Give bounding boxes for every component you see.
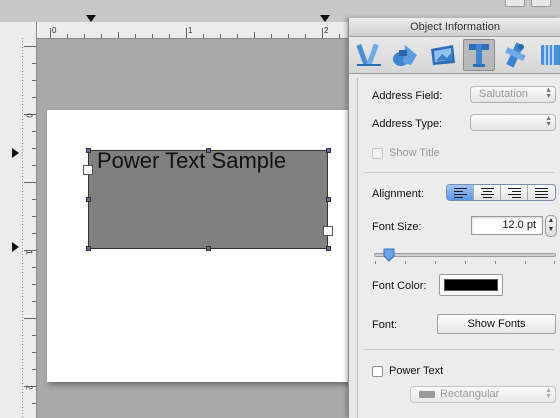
ruler-number: 0 [24, 113, 34, 118]
show-title-checkbox[interactable] [372, 148, 383, 159]
font-size-slider-thumb[interactable] [383, 248, 395, 262]
toolbar-button-fragment[interactable] [531, 0, 551, 7]
font-size-slider-track[interactable] [374, 253, 556, 257]
ruler-number: 2 [24, 385, 34, 390]
address-type-popup[interactable]: ▲ ▼ [470, 114, 556, 131]
font-size-stepper[interactable]: ▲ ▼ [545, 215, 557, 237]
vertical-ruler[interactable]: 0 1 2 [0, 38, 37, 418]
arrange-tab[interactable] [353, 39, 385, 71]
arrange-icon [356, 43, 381, 67]
ruler-number: 2 [324, 26, 329, 35]
database-icon [505, 42, 526, 68]
ruler-corner [0, 22, 37, 39]
align-left-icon [454, 188, 467, 198]
slider-tick [435, 261, 436, 264]
stepper-down-icon[interactable]: ▼ [548, 226, 555, 233]
address-type-label: Address Type: [372, 118, 443, 130]
align-justify-icon [535, 188, 548, 198]
power-text-label: Power Text [389, 365, 444, 377]
font-label: Font: [372, 319, 398, 331]
toolbar-button-fragment[interactable] [505, 0, 525, 7]
address-field-label: Address Field: [372, 90, 443, 102]
slider-tick [495, 261, 496, 264]
graphic-tab[interactable] [389, 39, 421, 71]
separator [364, 349, 554, 350]
inspector-title[interactable]: Object Information [349, 18, 560, 37]
ruler-number: 1 [188, 26, 193, 35]
align-left-button[interactable] [447, 185, 474, 200]
resize-handle-top-left[interactable] [86, 148, 91, 153]
text-icon [469, 44, 489, 67]
layout-icon [541, 45, 560, 65]
align-center-icon [481, 188, 494, 198]
font-color-swatch [444, 279, 498, 291]
alignment-label: Alignment: [372, 188, 424, 200]
text-link-out-port[interactable] [323, 226, 333, 236]
align-center-button[interactable] [474, 185, 501, 200]
separator [364, 172, 554, 173]
graphic-icon [393, 45, 417, 66]
align-justify-button[interactable] [528, 185, 555, 200]
font-color-well[interactable] [439, 274, 503, 296]
align-right-button[interactable] [501, 185, 528, 200]
inspector-toolbar [349, 37, 560, 74]
bottom-margin-marker[interactable] [12, 242, 20, 252]
font-color-label: Font Color: [372, 280, 427, 292]
inspector-body: Address Field: Salutation ▲ ▼ Address Typ… [357, 78, 560, 418]
align-right-icon [508, 188, 521, 198]
resize-handle-bottom-left[interactable] [86, 246, 91, 251]
left-margin-marker[interactable] [86, 15, 96, 23]
slider-tick [554, 261, 555, 264]
shape-swatch-icon [419, 391, 435, 398]
popup-arrows-icon: ▲ ▼ [545, 387, 552, 400]
font-size-input[interactable]: 12.0 pt [471, 216, 543, 235]
slider-tick [375, 261, 376, 264]
right-margin-marker[interactable] [320, 15, 330, 23]
object-information-panel: Object Information Address Field: Saluta… [348, 18, 560, 418]
resize-handle-bottom-right[interactable] [326, 246, 331, 251]
power-text-checkbox[interactable] [372, 366, 383, 377]
text-link-in-port[interactable] [83, 165, 93, 175]
popup-arrows-icon: ▲ ▼ [545, 115, 552, 128]
slider-tick [525, 261, 526, 264]
vertical-ruler-ticks [22, 38, 36, 418]
show-title-label: Show Title [389, 147, 440, 159]
text-tab[interactable] [463, 39, 495, 71]
power-text-shape-popup[interactable]: Rectangular ▲ ▼ [410, 386, 556, 403]
power-text-shape-value: Rectangular [440, 388, 500, 400]
address-field-popup[interactable]: Salutation ▲ ▼ [470, 86, 556, 103]
layout-tab[interactable] [535, 39, 560, 71]
resize-handle-right[interactable] [326, 197, 331, 202]
alignment-segmented-control [446, 184, 556, 201]
slider-tick [405, 261, 406, 264]
top-margin-marker[interactable] [12, 148, 20, 158]
popup-arrows-icon: ▲ ▼ [545, 87, 552, 100]
show-fonts-button[interactable]: Show Fonts [437, 314, 556, 334]
font-size-label: Font Size: [372, 221, 422, 233]
image-tab[interactable] [427, 39, 459, 71]
address-field-value: Salutation [479, 88, 528, 100]
resize-handle-bottom[interactable] [206, 246, 211, 251]
ruler-number: 0 [52, 26, 57, 35]
resize-handle-top[interactable] [206, 148, 211, 153]
ruler-number: 1 [24, 250, 34, 255]
database-tab[interactable] [499, 39, 531, 71]
stepper-up-icon[interactable]: ▲ [548, 217, 555, 224]
slider-tick [465, 261, 466, 264]
resize-handle-left[interactable] [86, 197, 91, 202]
text-box-content[interactable]: Power Text Sample [97, 148, 286, 174]
resize-handle-top-right[interactable] [326, 148, 331, 153]
image-icon [431, 45, 455, 65]
